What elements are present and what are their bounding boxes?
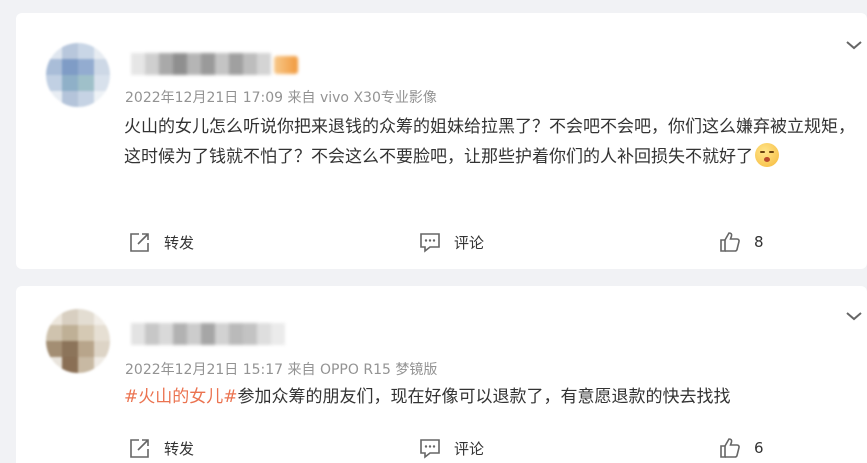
- repost-icon: [130, 233, 149, 252]
- chevron-down-icon[interactable]: [845, 39, 863, 51]
- repost-button[interactable]: 转发: [128, 434, 194, 462]
- user-badge-icon: [274, 56, 298, 74]
- repost-icon: [130, 439, 149, 458]
- avatar[interactable]: [46, 309, 110, 373]
- like-button[interactable]: 8: [718, 228, 764, 256]
- comment-label: 评论: [454, 439, 485, 458]
- comment-body: 火山的女儿怎么听说你把来退钱的众筹的姐妹给拉黑了？不会吧不会吧，你们这么嫌弃被立…: [124, 117, 855, 167]
- comment-text: #火山的女儿#参加众筹的朋友们，现在好像可以退款了，有意愿退款的快去找找: [124, 382, 864, 412]
- repost-button[interactable]: 转发: [128, 228, 194, 256]
- thumbs-up-icon: [720, 438, 740, 458]
- like-count: 8: [754, 233, 764, 251]
- chevron-down-icon[interactable]: [845, 310, 863, 322]
- shy-face-emoji-icon: [755, 143, 779, 167]
- comment-card: 2022年12月21日 17:09 来自 vivo X30专业影像 火山的女儿怎…: [16, 13, 867, 269]
- comment-button[interactable]: 评论: [418, 228, 484, 256]
- like-button[interactable]: 6: [718, 434, 764, 462]
- comment-card: 2022年12月21日 15:17 来自 OPPO R15 梦镜版 #火山的女儿…: [16, 286, 867, 463]
- comment-source: 来自 vivo X30专业影像: [287, 90, 437, 106]
- comment-source: 来自 OPPO R15 梦镜版: [287, 362, 438, 378]
- topic-link[interactable]: #火山的女儿#: [124, 387, 238, 407]
- comment-timestamp: 2022年12月21日 17:09: [125, 90, 284, 106]
- comment-icon: [420, 439, 440, 459]
- repost-label: 转发: [164, 233, 195, 252]
- comment-label: 评论: [454, 233, 485, 252]
- thumbs-up-icon: [720, 232, 740, 252]
- comment-text: 火山的女儿怎么听说你把来退钱的众筹的姐妹给拉黑了？不会吧不会吧，你们这么嫌弃被立…: [124, 112, 864, 172]
- repost-label: 转发: [164, 439, 195, 458]
- comment-meta: 2022年12月21日 15:17 来自 OPPO R15 梦镜版: [125, 359, 437, 379]
- comment-actions: 转发 评论 8: [16, 228, 867, 256]
- comment-timestamp: 2022年12月21日 15:17: [125, 362, 284, 378]
- avatar[interactable]: [46, 43, 110, 107]
- username-blurred[interactable]: [131, 323, 285, 345]
- comment-body: 参加众筹的朋友们，现在好像可以退款了，有意愿退款的快去找找: [237, 387, 731, 407]
- like-count: 6: [754, 439, 764, 457]
- comment-button[interactable]: 评论: [418, 434, 484, 462]
- comment-icon: [420, 233, 440, 253]
- comment-actions: 转发 评论 6: [16, 434, 867, 462]
- comment-meta: 2022年12月21日 17:09 来自 vivo X30专业影像: [125, 87, 437, 107]
- username-blurred[interactable]: [131, 53, 271, 75]
